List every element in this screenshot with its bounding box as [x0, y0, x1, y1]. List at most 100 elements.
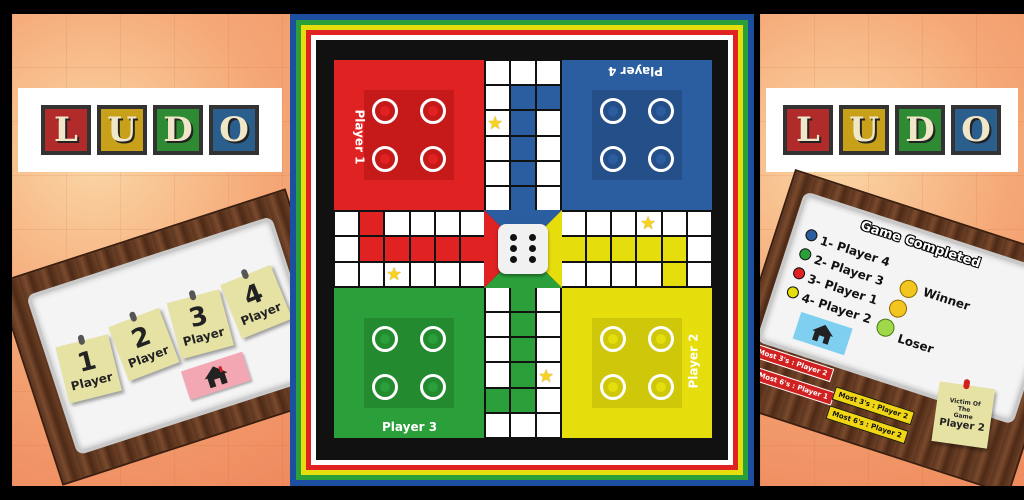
token-slot[interactable]	[372, 146, 398, 172]
track-cell[interactable]	[434, 236, 460, 262]
blue-token	[608, 106, 618, 116]
track-cell[interactable]	[535, 312, 561, 338]
track-cell[interactable]	[661, 236, 687, 262]
dice-button[interactable]	[498, 224, 548, 274]
track-cell[interactable]	[510, 186, 536, 212]
track-cell[interactable]	[535, 412, 561, 438]
track-cell[interactable]	[636, 261, 662, 287]
track-cell[interactable]	[485, 135, 511, 161]
token-slot[interactable]	[648, 326, 674, 352]
track-cell[interactable]	[409, 236, 435, 262]
track-cell[interactable]	[434, 261, 460, 287]
token-slot[interactable]	[600, 98, 626, 124]
track-cell[interactable]	[510, 85, 536, 111]
token-slot[interactable]	[372, 326, 398, 352]
track-cell[interactable]	[384, 236, 410, 262]
track-cell[interactable]	[510, 135, 536, 161]
track-cell[interactable]	[661, 261, 687, 287]
track-cell[interactable]	[510, 387, 536, 413]
track-cell[interactable]	[510, 286, 536, 312]
track-cell[interactable]	[510, 110, 536, 136]
track-cell[interactable]	[384, 211, 410, 237]
safe-star-icon: ★	[538, 366, 555, 387]
track-cell[interactable]	[611, 261, 637, 287]
track-cell[interactable]	[510, 412, 536, 438]
track-cell[interactable]	[334, 261, 360, 287]
track-cell[interactable]	[686, 236, 712, 262]
track-cell[interactable]	[560, 236, 586, 262]
track-cell[interactable]	[460, 211, 486, 237]
track-cell[interactable]	[535, 60, 561, 86]
one-player-button[interactable]: 1 Player	[55, 334, 122, 404]
track-cell[interactable]	[586, 211, 612, 237]
token-slot[interactable]	[420, 326, 446, 352]
track-cell[interactable]	[485, 312, 511, 338]
track-cell[interactable]	[409, 211, 435, 237]
track-cell[interactable]	[460, 261, 486, 287]
track-cell[interactable]	[334, 236, 360, 262]
track-cell[interactable]	[359, 236, 385, 262]
track-cell[interactable]	[586, 236, 612, 262]
home-inner-red	[364, 90, 454, 180]
token-slot[interactable]	[600, 374, 626, 400]
token-slot[interactable]	[372, 374, 398, 400]
track-cell[interactable]	[359, 211, 385, 237]
two-player-button[interactable]: 2 Player	[108, 307, 180, 382]
track-cell[interactable]	[535, 160, 561, 186]
track-cell[interactable]	[485, 412, 511, 438]
track-cell[interactable]	[611, 211, 637, 237]
three-player-button[interactable]: 3 Player	[166, 289, 234, 360]
token-slot[interactable]	[648, 374, 674, 400]
track-cell[interactable]	[485, 186, 511, 212]
track-cell[interactable]	[434, 211, 460, 237]
track-cell[interactable]	[510, 160, 536, 186]
track-cell[interactable]	[485, 60, 511, 86]
track-cell[interactable]	[485, 286, 511, 312]
player-label-yellow: Player 2	[686, 333, 701, 389]
home-button[interactable]	[181, 351, 252, 401]
track-cell[interactable]	[510, 312, 536, 338]
token-slot[interactable]	[600, 326, 626, 352]
four-player-button[interactable]: 4 Player	[220, 264, 290, 339]
track-cell[interactable]	[686, 261, 712, 287]
track-cell[interactable]	[611, 236, 637, 262]
track-cell[interactable]	[485, 85, 511, 111]
track-cell[interactable]	[560, 211, 586, 237]
track-cell[interactable]	[334, 211, 360, 237]
track-cell[interactable]	[535, 186, 561, 212]
track-cell[interactable]	[535, 286, 561, 312]
track-cell[interactable]	[686, 211, 712, 237]
winner-emoji-icon	[897, 277, 920, 301]
track-cell[interactable]	[535, 337, 561, 363]
token-slot[interactable]	[372, 98, 398, 124]
track-cell[interactable]	[510, 337, 536, 363]
track-cell[interactable]	[485, 160, 511, 186]
blue-token	[608, 154, 618, 164]
token-slot[interactable]	[420, 146, 446, 172]
dice-pip	[529, 245, 536, 252]
token-slot[interactable]	[420, 374, 446, 400]
track-cell[interactable]	[460, 236, 486, 262]
token-slot[interactable]	[600, 146, 626, 172]
track-cell[interactable]	[510, 60, 536, 86]
track-cell[interactable]	[535, 387, 561, 413]
token-slot[interactable]	[648, 98, 674, 124]
victim-player: Player 2	[938, 416, 986, 435]
safe-star-icon: ★	[386, 264, 403, 285]
track-cell[interactable]	[586, 261, 612, 287]
track-cell[interactable]	[636, 236, 662, 262]
home-base-yellow: Player 2	[562, 288, 712, 438]
track-cell[interactable]	[535, 110, 561, 136]
track-cell[interactable]	[409, 261, 435, 287]
track-cell[interactable]	[359, 261, 385, 287]
track-cell[interactable]	[485, 337, 511, 363]
track-cell[interactable]	[560, 261, 586, 287]
token-slot[interactable]	[420, 98, 446, 124]
track-cell[interactable]	[510, 362, 536, 388]
token-slot[interactable]	[648, 146, 674, 172]
track-cell[interactable]	[661, 211, 687, 237]
track-cell[interactable]	[535, 135, 561, 161]
track-cell[interactable]	[485, 387, 511, 413]
track-cell[interactable]	[485, 362, 511, 388]
track-cell[interactable]	[535, 85, 561, 111]
